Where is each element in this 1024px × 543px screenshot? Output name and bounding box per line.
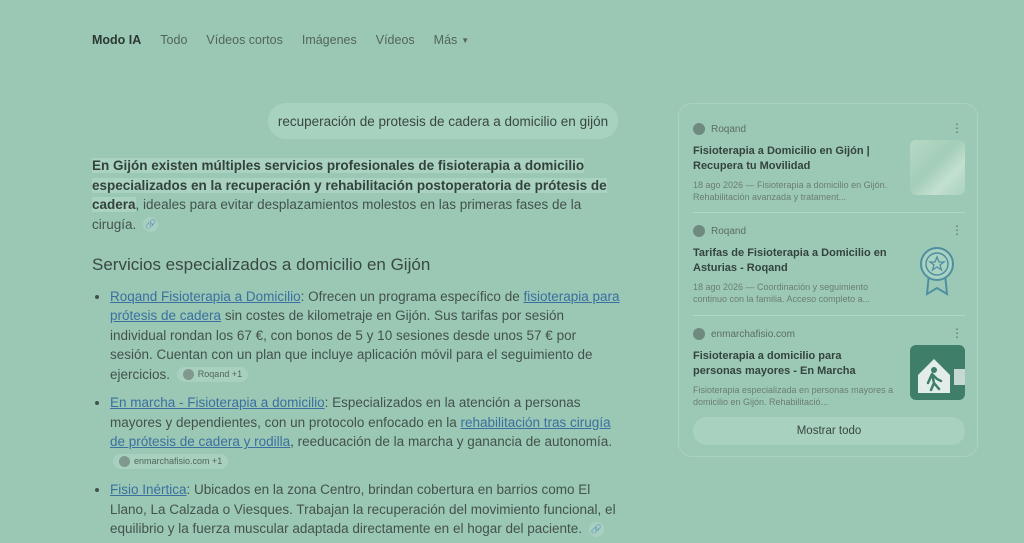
source-card[interactable]: Roqand ⋮ Tarifas de Fisioterapia a Domic… bbox=[693, 223, 965, 305]
tab-more[interactable]: Más ▼ bbox=[434, 33, 470, 47]
service-link[interactable]: Fisio Inértica bbox=[110, 482, 187, 497]
source-title[interactable]: Tarifas de Fisioterapia a Domicilio en A… bbox=[693, 246, 893, 276]
tab-images[interactable]: Imágenes bbox=[302, 33, 357, 47]
more-label: Más bbox=[433, 33, 458, 47]
link-icon[interactable]: 🔗 bbox=[143, 217, 159, 233]
source-title[interactable]: Fisioterapia a domicilio para personas m… bbox=[693, 349, 893, 379]
more-options-icon[interactable]: ⋮ bbox=[951, 326, 963, 340]
source-chip-label: Roqand +1 bbox=[197, 369, 243, 380]
show-all-button[interactable]: Mostrar todo bbox=[693, 417, 965, 445]
tab-ai-mode[interactable]: Modo IA bbox=[92, 33, 141, 47]
source-favicon-icon bbox=[182, 369, 194, 381]
sources-panel: Roqand ⋮ Fisioterapia a Domicilio en Gij… bbox=[678, 103, 978, 457]
divider bbox=[693, 315, 965, 316]
source-chip[interactable]: enmarchafisio.com +1 bbox=[113, 454, 229, 470]
source-name: enmarchafisio.com bbox=[711, 328, 795, 340]
service-link[interactable]: Roqand Fisioterapia a Domicilio bbox=[110, 289, 301, 304]
list-item: Fisio Inértica: Ubicados en la zona Cent… bbox=[92, 480, 622, 539]
source-title[interactable]: Fisioterapia a Domicilio en Gijón | Recu… bbox=[693, 144, 893, 174]
source-chip[interactable]: Roqand +1 bbox=[176, 367, 249, 383]
more-options-icon[interactable]: ⋮ bbox=[951, 121, 963, 135]
user-query-bubble: recuperación de protesis de cadera a dom… bbox=[268, 103, 618, 139]
source-snippet: 18 ago 2026 — Coordinación y seguimiento… bbox=[693, 282, 871, 304]
source-chip-label: enmarchafisio.com +1 bbox=[134, 456, 223, 467]
service-text: : Ubicados en la zona Centro, brindan co… bbox=[110, 482, 616, 536]
section-title: Servicios especializados a domicilio en … bbox=[92, 255, 431, 274]
source-favicon-icon bbox=[693, 225, 705, 237]
tab-short-videos[interactable]: Vídeos cortos bbox=[206, 33, 282, 47]
list-item: En marcha - Fisioterapia a domicilio: Es… bbox=[92, 393, 622, 471]
source-snippet: Fisioterapia especializada en personas m… bbox=[693, 385, 894, 407]
source-favicon-icon bbox=[693, 328, 705, 340]
tab-all[interactable]: Todo bbox=[160, 33, 187, 47]
service-text: , reeducación de la marcha y ganancia de… bbox=[290, 434, 613, 449]
source-favicon-icon bbox=[119, 456, 130, 468]
award-badge-icon bbox=[910, 242, 965, 297]
source-favicon-icon bbox=[693, 123, 705, 135]
source-card[interactable]: Roqand ⋮ Fisioterapia a Domicilio en Gij… bbox=[693, 121, 965, 203]
divider bbox=[693, 212, 965, 213]
source-thumbnail bbox=[910, 140, 965, 195]
intro-rest: , ideales para evitar desplazamientos mo… bbox=[92, 197, 582, 232]
service-text: : Ofrecen un programa específico de bbox=[300, 288, 524, 304]
source-header: enmarchafisio.com bbox=[693, 328, 965, 340]
chevron-down-icon: ▼ bbox=[461, 35, 470, 45]
source-header: Roqand bbox=[693, 225, 965, 237]
source-snippet: 18 ago 2026 — Fisioterapia a domicilio e… bbox=[693, 180, 888, 202]
services-list: Roqand Fisioterapia a Domicilio: Ofrecen… bbox=[92, 287, 622, 539]
more-options-icon[interactable]: ⋮ bbox=[951, 223, 963, 237]
link-icon[interactable]: 🔗 bbox=[588, 521, 604, 537]
source-name: Roqand bbox=[711, 123, 747, 135]
ai-answer: En Gijón existen múltiples servicios pro… bbox=[92, 156, 622, 543]
source-header: Roqand bbox=[693, 123, 965, 135]
answer-intro: En Gijón existen múltiples servicios pro… bbox=[92, 156, 622, 234]
source-name: Roqand bbox=[711, 225, 747, 237]
tab-videos[interactable]: Vídeos bbox=[376, 33, 415, 47]
source-card[interactable]: enmarchafisio.com ⋮ Fisioterapia a domic… bbox=[693, 326, 965, 408]
service-link[interactable]: En marcha - Fisioterapia a domicilio bbox=[110, 395, 325, 410]
list-item: Roqand Fisioterapia a Domicilio: Ofrecen… bbox=[92, 287, 622, 385]
search-mode-tabs: Modo IA Todo Vídeos cortos Imágenes Víde… bbox=[92, 33, 488, 47]
en-marcha-logo bbox=[910, 345, 965, 400]
